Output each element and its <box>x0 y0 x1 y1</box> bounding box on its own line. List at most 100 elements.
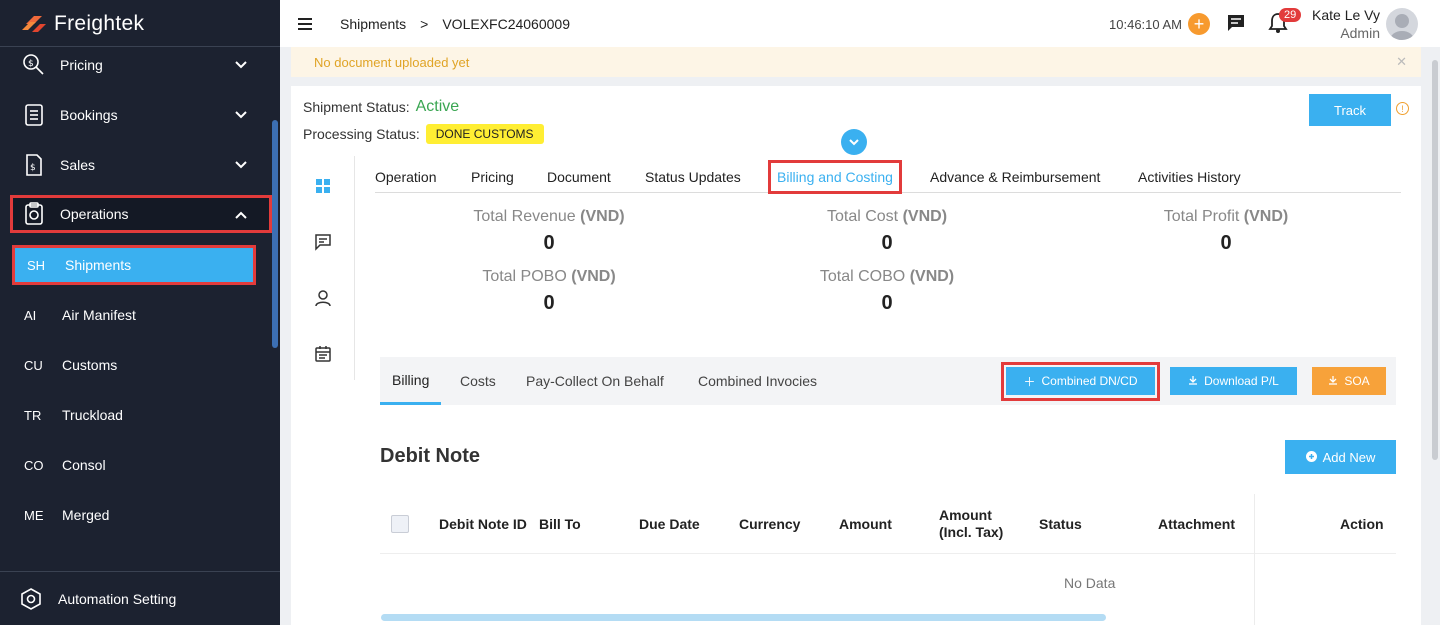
sidebar-item-label: Sales <box>60 157 96 173</box>
plus-icon[interactable]: + <box>1188 13 1211 35</box>
subtab-billing[interactable]: Billing <box>380 357 442 405</box>
notice-banner: No document uploaded yet ✕ <box>291 47 1421 77</box>
operations-icon <box>20 200 48 228</box>
metric-value: 0 <box>1220 232 1232 254</box>
clock: 10:46:10 AM <box>1109 16 1183 32</box>
tab-operation[interactable]: Operation <box>375 162 436 192</box>
avatar[interactable] <box>1386 8 1418 40</box>
column-attachment[interactable]: Attachment <box>1158 494 1235 554</box>
soa-button[interactable]: SOA <box>1312 367 1386 395</box>
subtab-combined-invoices[interactable]: Combined Invocies <box>698 357 817 405</box>
sidebar-item-automation-setting[interactable]: Automation Setting <box>0 571 280 625</box>
column-status[interactable]: Status <box>1039 494 1082 554</box>
shipment-card: Shipment Status: Active Processing Statu… <box>291 86 1421 625</box>
metric-total-cost: Total Cost (VND) 0 <box>777 208 997 255</box>
subitem-label: Shipments <box>65 257 132 273</box>
tab-activities-history[interactable]: Activities History <box>1138 162 1241 192</box>
chevron-down-icon <box>234 57 248 73</box>
column-amount[interactable]: Amount <box>839 494 892 554</box>
column-action: Action <box>1340 515 1384 532</box>
column-debit-note-id[interactable]: Debit Note ID <box>439 494 529 554</box>
subitem-abbr: ME <box>24 507 44 523</box>
subitem-label: Merged <box>62 507 110 523</box>
shipment-status-value: Active <box>415 98 460 115</box>
track-button[interactable]: Track <box>1309 94 1391 126</box>
sidebar-scrollbar[interactable] <box>272 120 278 348</box>
download-icon <box>1328 374 1338 388</box>
shipment-tabs: Operation Pricing Document Status Update… <box>375 160 1401 194</box>
page-scrollbar[interactable] <box>1432 60 1438 460</box>
sidebar-subitem-consol[interactable]: CO Consol <box>12 445 256 485</box>
comment-icon[interactable] <box>313 232 333 252</box>
svg-text:$: $ <box>30 163 36 173</box>
metric-total-cobo: Total COBO (VND) 0 <box>777 268 997 315</box>
sidebar-item-pricing[interactable]: $ Pricing <box>10 47 272 83</box>
metric-value: 0 <box>543 292 555 314</box>
tab-advance-reimbursement[interactable]: Advance & Reimbursement <box>930 162 1100 192</box>
combined-dn-cd-button[interactable]: ＋ Combined DN/CD <box>1006 367 1155 395</box>
column-due-date[interactable]: Due Date <box>639 494 700 554</box>
top-bar: Shipments > VOLEXFC24060009 10:46:10 AM … <box>280 0 1440 47</box>
tab-pricing[interactable]: Pricing <box>471 162 514 192</box>
debit-note-title: Debit Note <box>380 445 480 467</box>
notification-count-badge: 29 <box>1279 7 1302 22</box>
close-icon[interactable]: ✕ <box>1396 54 1407 70</box>
subitem-abbr: AI <box>24 307 37 323</box>
column-bill-to[interactable]: Bill To <box>539 494 581 554</box>
bookings-icon <box>20 101 48 129</box>
sidebar-subitem-customs[interactable]: CU Customs <box>12 345 256 385</box>
sidebar-item-bookings[interactable]: Bookings <box>10 97 272 133</box>
sidebar-subitem-shipments[interactable]: SH Shipments <box>12 245 256 285</box>
add-new-button[interactable]: Add New <box>1285 440 1396 474</box>
top-right-controls: 10:46:10 AM + 29 Kate Le Vy Admin <box>1109 7 1418 41</box>
calendar-icon[interactable] <box>313 344 333 364</box>
notification-bell[interactable]: 29 <box>1268 7 1302 37</box>
user-info[interactable]: Kate Le Vy Admin <box>1312 7 1380 41</box>
svg-text:$: $ <box>28 59 34 69</box>
subitem-abbr: CU <box>24 357 43 373</box>
dashboard-grid-icon[interactable] <box>313 176 333 196</box>
download-pl-button[interactable]: Download P/L <box>1170 367 1297 395</box>
chat-icon[interactable] <box>1226 13 1246 36</box>
metric-label: Total Revenue (VND) <box>473 208 625 225</box>
add-new-label: Add New <box>1322 449 1376 465</box>
sidebar-subitem-merged[interactable]: ME Merged <box>12 495 256 535</box>
sidebar-item-label: Pricing <box>60 57 103 73</box>
plus-icon: ＋ <box>1023 374 1036 389</box>
sidebar-item-label: Automation Setting <box>58 590 177 607</box>
action-column-divider <box>1254 494 1255 625</box>
metric-total-pobo: Total POBO (VND) 0 <box>439 268 659 315</box>
user-role: Admin <box>1340 25 1380 41</box>
sidebar-item-operations[interactable]: Operations <box>10 195 272 233</box>
metric-value: 0 <box>881 292 893 314</box>
collapse-toggle-button[interactable] <box>841 129 867 155</box>
plus-circle-icon <box>1305 450 1317 465</box>
table-horizontal-scrollbar[interactable] <box>381 614 1106 621</box>
settings-hexagon-icon <box>20 587 42 610</box>
notice-text: No document uploaded yet <box>314 54 470 70</box>
info-icon[interactable]: ! <box>1396 102 1409 115</box>
brand[interactable]: Freightek <box>22 10 144 38</box>
processing-status-badge: DONE CUSTOMS <box>425 124 544 144</box>
tab-status-updates[interactable]: Status Updates <box>645 162 741 192</box>
metric-value: 0 <box>881 232 893 254</box>
chevron-down-icon <box>849 139 859 146</box>
subtab-pay-collect-on-behalf[interactable]: Pay-Collect On Behalf <box>526 357 664 405</box>
sidebar-subitem-truckload[interactable]: TR Truckload <box>12 395 256 435</box>
breadcrumb-shipments[interactable]: Shipments <box>340 16 406 32</box>
sales-icon: $ <box>20 151 48 179</box>
processing-status: Processing Status: DONE CUSTOMS <box>303 124 544 144</box>
tab-document[interactable]: Document <box>547 162 611 192</box>
subtab-costs[interactable]: Costs <box>460 357 496 405</box>
subitem-abbr: SH <box>27 257 46 273</box>
tab-billing-and-costing[interactable]: Billing and Costing <box>768 160 902 194</box>
sidebar-item-sales[interactable]: $ Sales <box>10 147 272 183</box>
column-amount-incl-tax[interactable]: Amount (Incl. Tax) <box>939 494 1024 554</box>
sidebar-subitem-air-manifest[interactable]: AI Air Manifest <box>12 295 256 335</box>
select-all-checkbox[interactable] <box>391 515 409 533</box>
menu-icon[interactable] <box>298 17 312 30</box>
user-icon[interactable] <box>313 288 333 308</box>
subitem-label: Truckload <box>62 407 123 423</box>
processing-status-label: Processing Status: <box>303 126 420 142</box>
column-currency[interactable]: Currency <box>739 494 800 554</box>
